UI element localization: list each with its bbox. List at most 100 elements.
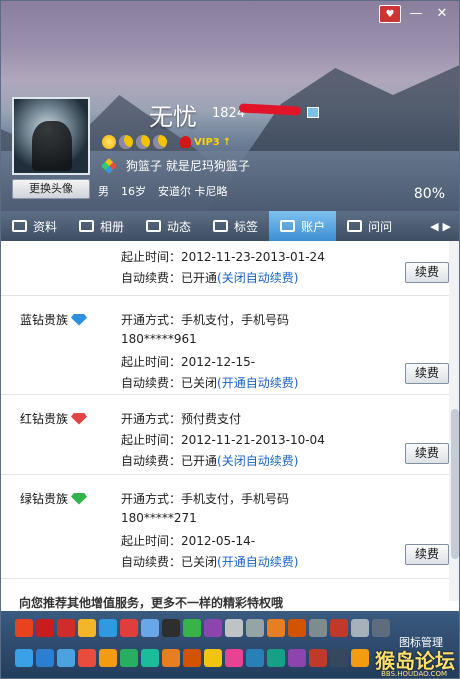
- moon-icon: [119, 135, 133, 149]
- profile-window: ♥ — ✕ 更换头像 无忧 1824 VIP3 ↑ 狗篮子 就是尼玛狗篮子 男: [0, 0, 460, 679]
- app-icon[interactable]: [141, 649, 159, 667]
- account-panel: 起止时间：2012-11-23-2013-01-24 自动续费：已开通(关闭自动…: [1, 241, 459, 611]
- section-title: 红钻贵族: [20, 410, 88, 427]
- question-icon: [347, 220, 363, 232]
- tab-feed[interactable]: 动态: [135, 211, 202, 241]
- skin-icon[interactable]: ♥: [379, 5, 401, 23]
- app-icon[interactable]: [309, 619, 327, 637]
- info-line: 开通方式：手机支付，手机号码: [121, 313, 290, 327]
- vip-badge[interactable]: VIP3 ↑: [180, 136, 231, 148]
- profile-completion: 80%: [413, 186, 445, 202]
- app-icon[interactable]: [372, 619, 390, 637]
- location: 安道尔 卡尼略: [158, 185, 228, 198]
- app-icon[interactable]: [330, 649, 348, 667]
- scrollbar[interactable]: [449, 241, 459, 601]
- renew-button[interactable]: 续费: [405, 363, 449, 384]
- info-line: 自动续费：已开通(关闭自动续费): [121, 454, 299, 468]
- app-icon[interactable]: [204, 619, 222, 637]
- app-icon[interactable]: [267, 649, 285, 667]
- penguin-icon: [180, 136, 191, 148]
- app-icon[interactable]: [204, 649, 222, 667]
- app-icon[interactable]: [120, 649, 138, 667]
- toggle-autorenew-link[interactable]: (开通自动续费): [217, 555, 298, 569]
- minimize-icon[interactable]: —: [405, 5, 427, 23]
- toggle-autorenew-link[interactable]: (关闭自动续费): [217, 271, 298, 285]
- renew-button[interactable]: 续费: [405, 262, 449, 283]
- avatar[interactable]: [12, 97, 90, 175]
- tab-scroll-arrows[interactable]: ◀▶: [430, 220, 455, 233]
- nickname: 无忧: [149, 103, 197, 131]
- app-icon[interactable]: [183, 619, 201, 637]
- app-icon[interactable]: [162, 649, 180, 667]
- profile-header: ♥ — ✕ 更换头像 无忧 1824 VIP3 ↑ 狗篮子 就是尼玛狗篮子 男: [1, 1, 459, 211]
- app-icon[interactable]: [225, 649, 243, 667]
- app-icon[interactable]: [183, 649, 201, 667]
- app-icon[interactable]: [15, 649, 33, 667]
- bookmark-icon: [213, 220, 229, 232]
- info-line: 180*****271: [121, 511, 197, 525]
- tab-tags[interactable]: 标签: [202, 211, 269, 241]
- vip-label: VIP3: [194, 136, 220, 148]
- renew-button[interactable]: 续费: [405, 544, 449, 565]
- app-icon[interactable]: [246, 619, 264, 637]
- app-icon[interactable]: [309, 649, 327, 667]
- tab-label: 资料: [33, 219, 58, 234]
- green-diamond-icon: [71, 492, 88, 505]
- app-icon[interactable]: [36, 649, 54, 667]
- blue-diamond-icon: [71, 313, 88, 326]
- app-icon[interactable]: [36, 619, 54, 637]
- info-line: 180*****961: [121, 332, 197, 346]
- app-icon[interactable]: [141, 619, 159, 637]
- level-icons[interactable]: VIP3 ↑: [102, 135, 231, 149]
- promo-heading: 向您推荐其他增值服务，更多不一样的精彩特权哦: [19, 596, 284, 610]
- app-icon[interactable]: [288, 619, 306, 637]
- dock-row: [15, 649, 369, 667]
- section-title: 绿钻贵族: [20, 490, 88, 507]
- app-icon[interactable]: [246, 649, 264, 667]
- app-icon[interactable]: [57, 649, 75, 667]
- app-icon[interactable]: [120, 619, 138, 637]
- tab-profile[interactable]: 资料: [1, 211, 68, 241]
- renew-button[interactable]: 续费: [405, 443, 449, 464]
- app-icon[interactable]: [225, 619, 243, 637]
- app-icon[interactable]: [57, 619, 75, 637]
- album-icon: [79, 220, 95, 232]
- app-icon[interactable]: [351, 619, 369, 637]
- toggle-autorenew-link[interactable]: (开通自动续费): [217, 376, 298, 390]
- app-icon[interactable]: [99, 649, 117, 667]
- app-icon[interactable]: [78, 619, 96, 637]
- message-icon[interactable]: [307, 107, 319, 118]
- scrollbar-thumb[interactable]: [451, 409, 459, 559]
- app-icon[interactable]: [288, 649, 306, 667]
- close-icon[interactable]: ✕: [431, 5, 453, 23]
- app-icon[interactable]: [267, 619, 285, 637]
- red-diamond-section: 红钻贵族 开通方式：预付费支付 起止时间：2012-11-21-2013-10-…: [1, 395, 449, 475]
- change-avatar-button[interactable]: 更换头像: [12, 179, 90, 199]
- app-icon[interactable]: [351, 649, 369, 667]
- age: 16岁: [121, 185, 146, 198]
- signature[interactable]: 狗篮子 就是尼玛狗篮子: [126, 157, 250, 174]
- app-icon[interactable]: [330, 619, 348, 637]
- app-icon[interactable]: [78, 649, 96, 667]
- tab-album[interactable]: 相册: [68, 211, 135, 241]
- tab-bar: 资料 相册 动态 标签 账户 问问: [1, 211, 459, 241]
- section-title: 蓝钻贵族: [20, 311, 88, 328]
- service-section: 起止时间：2012-11-23-2013-01-24 自动续费：已开通(关闭自动…: [1, 241, 449, 296]
- signature-row: 狗篮子 就是尼玛狗篮子: [101, 157, 250, 174]
- tab-ask[interactable]: 问问: [336, 211, 403, 241]
- watermark-url: BBS.HOUDAO.COM: [381, 670, 447, 678]
- info-line: 开通方式：预付费支付: [121, 412, 242, 426]
- moon-icon: [136, 135, 150, 149]
- app-icon[interactable]: [99, 619, 117, 637]
- blue-diamond-section: 蓝钻贵族 开通方式：手机支付，手机号码 180*****961 起止时间：201…: [1, 296, 449, 395]
- toggle-autorenew-link[interactable]: (关闭自动续费): [217, 454, 298, 468]
- feed-icon: [146, 220, 162, 232]
- window-controls: ♥ — ✕: [379, 5, 453, 23]
- id-card-icon: [12, 220, 27, 232]
- tab-account[interactable]: 账户: [269, 211, 337, 241]
- app-icon[interactable]: [15, 619, 33, 637]
- up-arrow-icon: ↑: [222, 136, 232, 148]
- info-line: 自动续费：已关闭(开通自动续费): [121, 555, 299, 569]
- info-line: 起止时间：2012-11-23-2013-01-24: [121, 250, 325, 264]
- app-icon[interactable]: [162, 619, 180, 637]
